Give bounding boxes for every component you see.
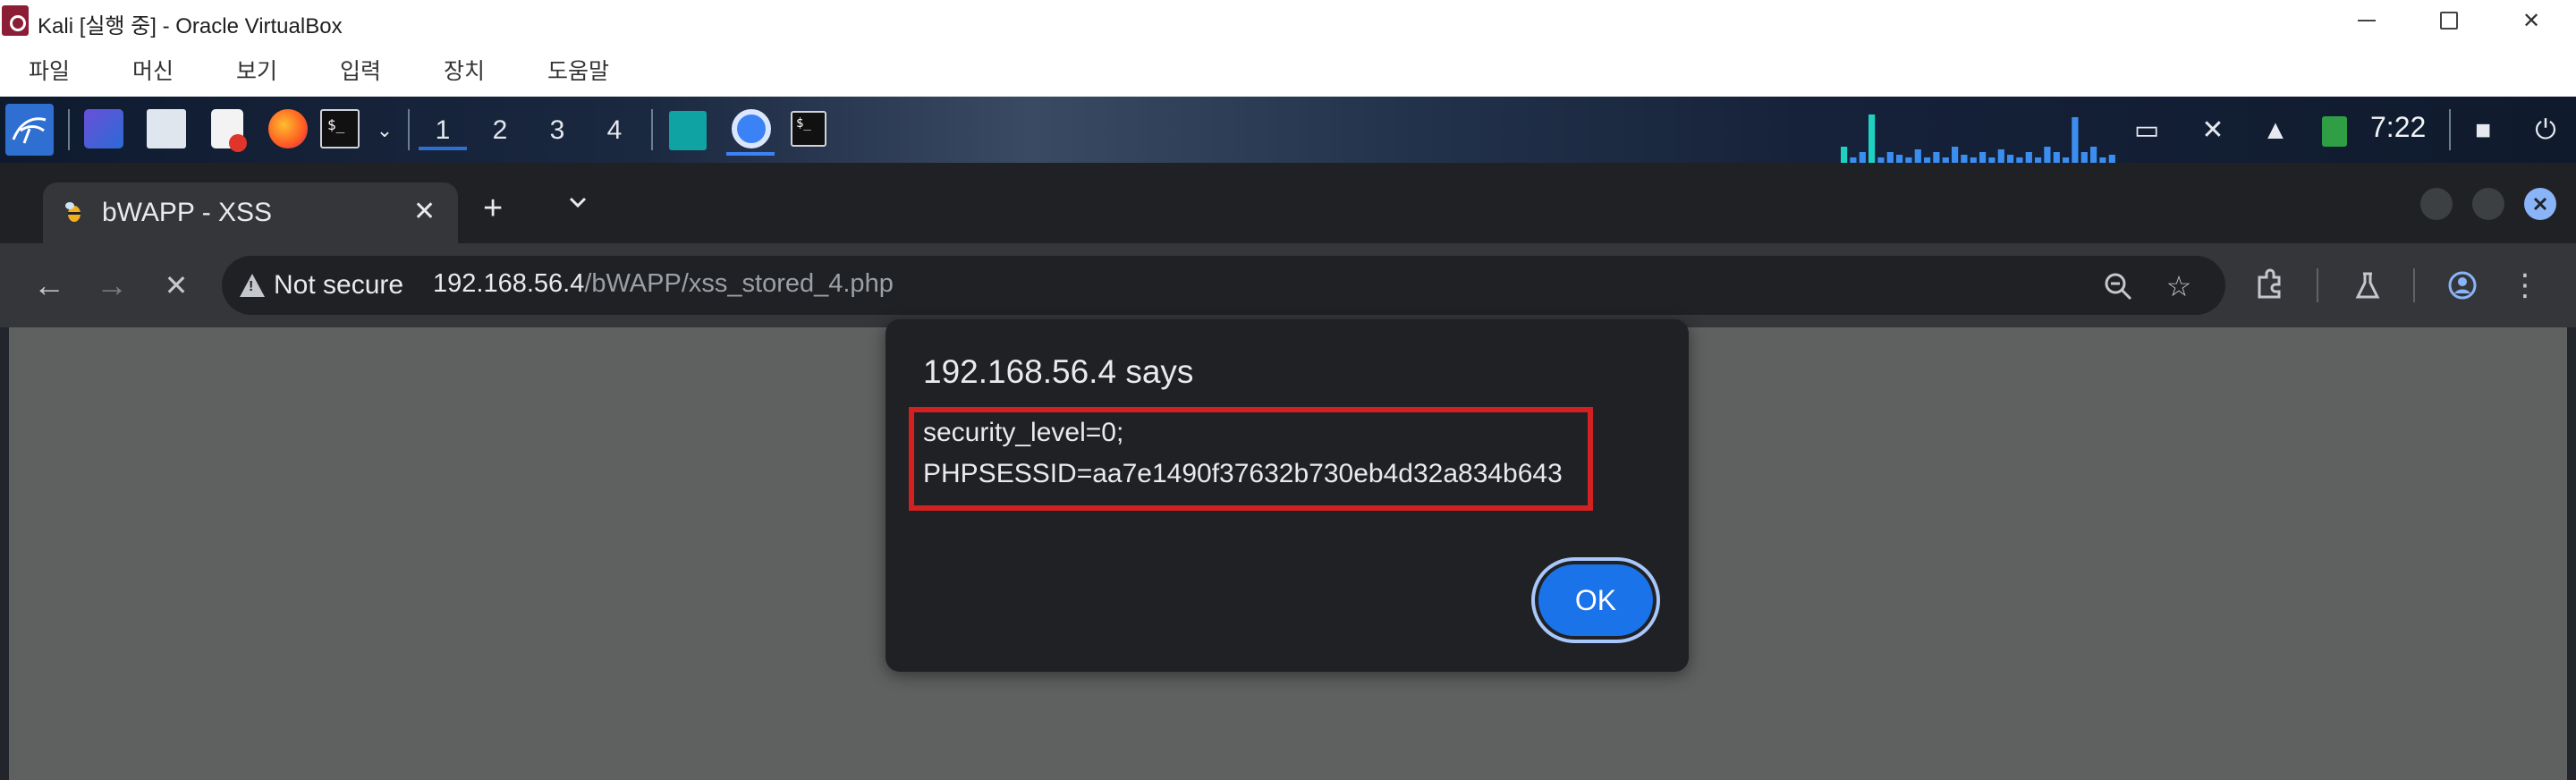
extensions-icon[interactable] xyxy=(2249,265,2290,306)
workspace-2[interactable]: 2 xyxy=(476,111,524,150)
ok-button-focus-ring: OK xyxy=(1531,557,1660,643)
cpu-bar xyxy=(1961,155,1968,163)
toolbar-separator xyxy=(2413,268,2415,302)
cpu-bar xyxy=(1979,152,1987,163)
firefox-icon[interactable] xyxy=(268,109,308,148)
security-label: Not secure xyxy=(274,270,404,300)
back-button[interactable]: ← xyxy=(29,265,70,306)
cpu-bar xyxy=(1841,147,1848,163)
workspace-1[interactable]: 1 xyxy=(419,111,467,150)
tab-search-icon[interactable] xyxy=(560,184,596,220)
kali-menu-icon[interactable] xyxy=(5,104,54,156)
bell-icon[interactable]: ▲ xyxy=(2258,114,2293,147)
chevron-down-icon[interactable]: ⌄ xyxy=(367,114,402,147)
cpu-bar xyxy=(2007,155,2014,163)
stop-loading-button[interactable]: ✕ xyxy=(156,265,197,306)
cpu-bar xyxy=(2044,147,2051,163)
host-menubar: 파일 머신 보기 입력 장치 도움말 xyxy=(0,41,2576,97)
workspace-4[interactable]: 4 xyxy=(590,111,639,150)
maximize-button[interactable] xyxy=(2408,0,2490,41)
tab-bwapp[interactable]: bWAPP - XSS ✕ xyxy=(43,182,458,245)
cpu-bar xyxy=(2072,117,2079,163)
text-editor-icon[interactable] xyxy=(211,109,247,152)
ok-button[interactable]: OK xyxy=(1538,564,1653,636)
menu-help[interactable]: 도움말 xyxy=(547,54,609,86)
minimize-button[interactable] xyxy=(2326,0,2408,41)
address-bar[interactable]: Not secure 192.168.56.4/bWAPP/xss_stored… xyxy=(222,256,2225,315)
dialog-message-line2: PHPSESSID=aa7e1490f37632b730eb4d32a834b6… xyxy=(923,459,1563,488)
cpu-bar xyxy=(2053,152,2060,163)
cpu-bar xyxy=(2108,155,2115,163)
browser-maximize-button[interactable] xyxy=(2472,188,2504,220)
tab-strip: bWAPP - XSS ✕ + xyxy=(0,163,2576,245)
cpu-bar xyxy=(2090,147,2097,163)
running-app-chromium[interactable] xyxy=(726,107,775,156)
panel-separator xyxy=(408,109,410,150)
lightning-icon xyxy=(669,111,707,150)
bee-icon xyxy=(65,202,80,222)
chromium-icon xyxy=(732,109,771,148)
more-menu-icon[interactable]: ⋮ xyxy=(2504,265,2546,306)
cpu-bar xyxy=(1933,152,1940,163)
close-button[interactable]: ✕ xyxy=(2490,0,2572,41)
terminal-icon[interactable]: $_ xyxy=(320,109,360,148)
cpu-bar xyxy=(2025,152,2032,163)
bookmark-star-icon[interactable]: ☆ xyxy=(2161,268,2197,304)
toolbar-separator xyxy=(2317,268,2318,302)
lock-icon[interactable]: ■ xyxy=(2465,114,2501,147)
labs-flask-icon[interactable] xyxy=(2347,265,2388,306)
dialog-message-line1: security_level=0; xyxy=(923,418,1124,447)
logout-icon[interactable]: ⏻ xyxy=(2528,114,2563,147)
browser-close-button[interactable] xyxy=(2524,188,2556,220)
tab-title: bWAPP - XSS xyxy=(102,198,273,227)
tab-close-icon[interactable]: ✕ xyxy=(413,196,436,227)
battery-icon[interactable] xyxy=(2317,114,2352,147)
battery-fill xyxy=(2322,116,2347,147)
panel-separator xyxy=(68,109,70,150)
display-icon[interactable]: ▭ xyxy=(2129,114,2165,147)
file-manager-icon[interactable] xyxy=(147,109,186,148)
zoom-icon[interactable] xyxy=(2100,268,2136,304)
alert-dialog: 192.168.56.4 says security_level=0; PHPS… xyxy=(886,319,1689,672)
text-editor-badge xyxy=(229,134,247,152)
workspace-3[interactable]: 3 xyxy=(533,111,581,150)
cpu-graph xyxy=(1841,114,2115,163)
url-host: 192.168.56.4 xyxy=(433,269,585,298)
panel-separator xyxy=(2449,109,2451,150)
menu-view[interactable]: 보기 xyxy=(236,54,277,86)
cpu-bar xyxy=(1997,149,2004,163)
cpu-bar xyxy=(1914,149,1921,163)
url-path: /bWAPP/xss_stored_4.php xyxy=(584,269,894,298)
virtualbox-icon xyxy=(2,5,29,36)
new-tab-button[interactable]: + xyxy=(483,190,503,228)
cpu-bar xyxy=(2080,152,2088,163)
browser-minimize-button[interactable] xyxy=(2420,188,2453,220)
menu-machine[interactable]: 머신 xyxy=(132,54,174,86)
terminal-icon: $_ xyxy=(791,111,826,147)
browser-toolbar: ← → ✕ Not secure 192.168.56.4/bWAPP/xss_… xyxy=(0,243,2576,327)
kali-panel: $_ ⌄ 1 2 3 4 $_ ▭ ✕ ▲ 7:22 ■ ⏻ xyxy=(0,97,2576,163)
panel-separator xyxy=(651,109,653,150)
menu-file[interactable]: 파일 xyxy=(29,54,70,86)
mute-icon[interactable]: ✕ xyxy=(2195,114,2231,147)
profile-icon[interactable] xyxy=(2442,265,2483,306)
clock[interactable]: 7:22 xyxy=(2370,111,2426,144)
dialog-title: 192.168.56.4 says xyxy=(923,353,1194,390)
warning-icon xyxy=(240,274,265,297)
menu-devices[interactable]: 장치 xyxy=(444,54,485,86)
cpu-bar xyxy=(1896,155,1903,163)
running-app-terminal[interactable]: $_ xyxy=(785,107,834,156)
host-titlebar: Kali [실행 중] - Oracle VirtualBox ✕ xyxy=(0,0,2576,41)
desktop-icon[interactable] xyxy=(84,109,123,148)
host-window-title: Kali [실행 중] - Oracle VirtualBox xyxy=(38,14,343,38)
menu-input[interactable]: 입력 xyxy=(340,54,381,86)
cpu-bar xyxy=(1886,152,1894,163)
url-text[interactable]: 192.168.56.4/bWAPP/xss_stored_4.php xyxy=(433,269,894,299)
cpu-bar xyxy=(1952,147,1959,163)
security-indicator[interactable]: Not secure xyxy=(240,270,403,301)
running-app-zap[interactable] xyxy=(664,107,712,156)
cpu-bar xyxy=(1868,114,1876,163)
cpu-bar xyxy=(1859,152,1866,163)
forward-button[interactable]: → xyxy=(91,265,132,306)
